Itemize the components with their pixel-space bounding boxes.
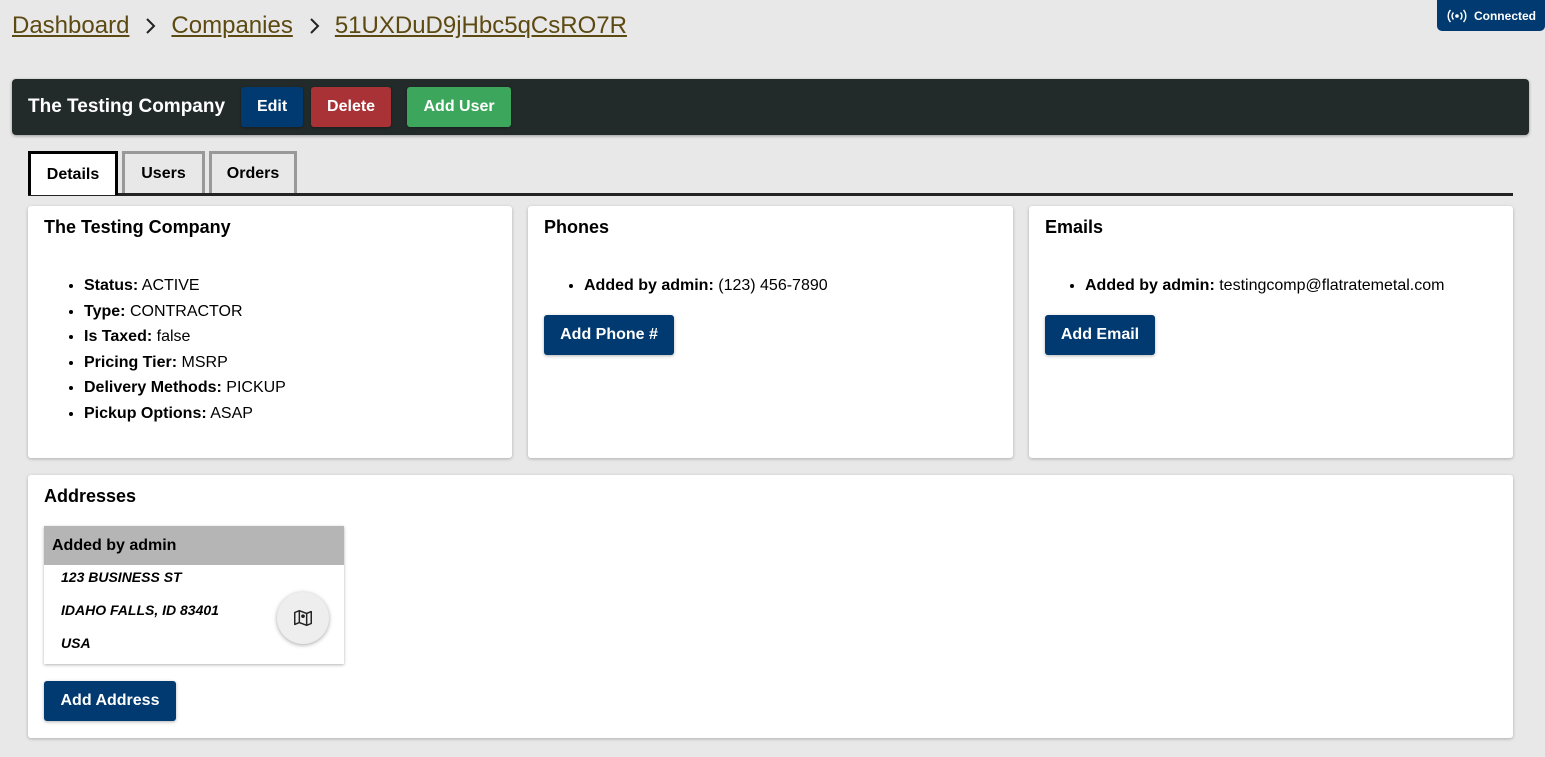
add-address-button[interactable]: Add Address: [44, 681, 176, 721]
phones-card: Phones Added by admin: (123) 456-7890 Ad…: [528, 206, 1013, 458]
tab-users[interactable]: Users: [122, 151, 205, 193]
tab-orders[interactable]: Orders: [209, 151, 297, 193]
breadcrumb-dashboard-link[interactable]: Dashboard: [12, 12, 129, 40]
address-card-header: Added by admin: [44, 526, 344, 565]
list-item: Added by admin: testingcomp@flatratemeta…: [1085, 273, 1444, 299]
company-title: The Testing Company: [28, 96, 226, 117]
add-phone-button[interactable]: Add Phone #: [544, 315, 674, 355]
list-item: Status: ACTIVE: [84, 273, 286, 299]
address-lines: 123 BUSINESS ST IDAHO FALLS, ID 83401 US…: [61, 569, 219, 668]
details-card: The Testing Company Status: ACTIVE Type:…: [28, 206, 512, 458]
chevron-right-icon: [293, 17, 335, 35]
company-header-bar: The Testing Company Edit Delete Add User: [12, 79, 1529, 135]
breadcrumb-company-id-link[interactable]: 51UXDuD9jHbc5qCsRO7R: [335, 12, 627, 40]
add-user-button[interactable]: Add User: [407, 87, 512, 127]
list-item: Pricing Tier: MSRP: [84, 350, 286, 376]
phones-card-title: Phones: [544, 217, 610, 237]
connection-status-badge: Connected: [1437, 0, 1545, 31]
address-line-2: IDAHO FALLS, ID 83401: [61, 602, 219, 618]
map-icon: [294, 609, 312, 627]
emails-card: Emails Added by admin: testingcomp@flatr…: [1029, 206, 1513, 458]
connection-status-label: Connected: [1473, 8, 1536, 23]
phones-list: Added by admin: (123) 456-7890: [584, 273, 828, 299]
list-item: Is Taxed: false: [84, 324, 286, 350]
delete-button[interactable]: Delete: [311, 87, 392, 127]
addresses-card: Addresses Added by admin 123 BUSINESS ST…: [28, 475, 1513, 738]
page: Connected Dashboard Companies 51UXDuD9jH…: [0, 0, 1545, 757]
details-card-title: The Testing Company: [44, 217, 231, 237]
list-item: Delivery Methods: PICKUP: [84, 375, 286, 401]
list-item: Type: CONTRACTOR: [84, 299, 286, 325]
list-item: Added by admin: (123) 456-7890: [584, 273, 828, 299]
address-card: Added by admin 123 BUSINESS ST IDAHO FAL…: [44, 526, 344, 664]
list-item: Pickup Options: ASAP: [84, 401, 286, 427]
add-email-button[interactable]: Add Email: [1045, 315, 1155, 355]
tab-details[interactable]: Details: [28, 151, 118, 195]
tab-bar: Details Users Orders: [28, 151, 1513, 196]
addresses-card-title: Addresses: [44, 486, 137, 506]
emails-card-title: Emails: [1045, 217, 1104, 237]
breadcrumb-companies-link[interactable]: Companies: [171, 12, 292, 40]
broadcast-icon: [1447, 9, 1467, 22]
emails-list: Added by admin: testingcomp@flatratemeta…: [1085, 273, 1444, 299]
details-list: Status: ACTIVE Type: CONTRACTOR Is Taxed…: [84, 273, 286, 427]
address-line-1: 123 BUSINESS ST: [61, 569, 182, 585]
breadcrumb: Dashboard Companies 51UXDuD9jHbc5qCsRO7R: [12, 12, 627, 40]
map-button[interactable]: [277, 592, 329, 644]
chevron-right-icon: [129, 17, 171, 35]
edit-button[interactable]: Edit: [241, 87, 304, 127]
address-line-3: USA: [61, 635, 91, 651]
